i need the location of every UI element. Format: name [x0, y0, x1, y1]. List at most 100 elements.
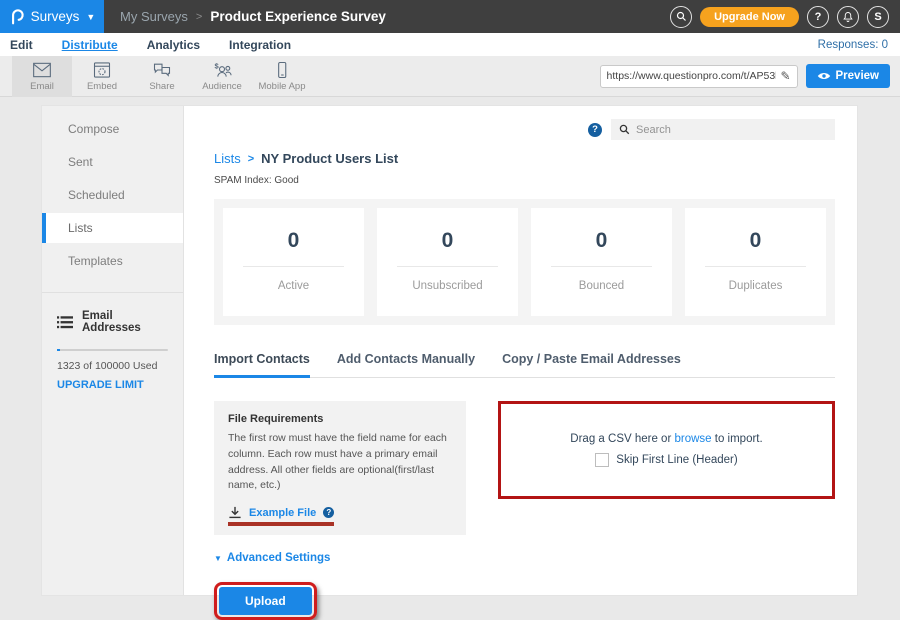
email-addresses-section: Email Addresses 1323 of 100000 Used UPGR… — [42, 292, 183, 393]
skip-first-line-label: Skip First Line (Header) — [616, 454, 737, 466]
skip-first-line-checkbox[interactable] — [595, 453, 609, 467]
topbar-actions: Upgrade Now ? S — [670, 6, 900, 28]
distribute-toolbar: Email Embed Share $ Audience Mobile App … — [0, 56, 900, 97]
list-breadcrumb: Lists > NY Product Users List — [214, 151, 835, 166]
stat-value: 0 — [377, 229, 518, 253]
contact-search-field — [611, 119, 835, 140]
file-requirements-title: File Requirements — [228, 413, 452, 425]
contacts-tabs: Import Contacts Add Contacts Manually Co… — [214, 352, 835, 378]
nav-item-distribute[interactable]: Distribute — [62, 38, 118, 52]
survey-url-input[interactable] — [607, 70, 777, 82]
caret-down-icon: ▼ — [214, 554, 222, 563]
stat-label: Active — [223, 280, 364, 292]
annotation-red-underline — [228, 522, 334, 526]
file-requirements-body: The first row must have the field name f… — [228, 431, 452, 494]
sidebar-item-sent[interactable]: Sent — [42, 147, 183, 177]
tool-email[interactable]: Email — [12, 56, 72, 97]
edit-pencil-icon[interactable]: ✎ — [780, 69, 790, 83]
tool-label: Email — [30, 81, 54, 92]
tab-add-contacts-manually[interactable]: Add Contacts Manually — [337, 352, 475, 378]
search-icon — [619, 124, 630, 135]
help-button[interactable]: ? — [807, 6, 829, 28]
browse-link[interactable]: browse — [674, 433, 711, 445]
tool-embed[interactable]: Embed — [72, 56, 132, 97]
audience-people-icon: $ — [212, 61, 232, 79]
content-frame: Compose Sent Scheduled Lists Templates E… — [41, 105, 858, 596]
dropzone-instruction: Drag a CSV here or browse to import. — [570, 433, 762, 445]
upgrade-now-button[interactable]: Upgrade Now — [700, 7, 799, 27]
annotation-red-box: Upload — [214, 582, 317, 620]
responses-count[interactable]: Responses: 0 — [818, 39, 900, 51]
sidebar-item-scheduled[interactable]: Scheduled — [42, 180, 183, 210]
topbar-breadcrumb: My Surveys > Product Experience Survey — [120, 9, 386, 24]
top-bar: Surveys ▼ My Surveys > Product Experienc… — [0, 0, 900, 33]
sidebar-item-templates[interactable]: Templates — [42, 246, 183, 276]
sidebar-item-lists[interactable]: Lists — [42, 213, 183, 243]
search-icon — [676, 11, 687, 22]
email-sidebar: Compose Sent Scheduled Lists Templates E… — [42, 106, 184, 595]
page-title: Product Experience Survey — [210, 9, 386, 24]
svg-text:$: $ — [215, 61, 220, 70]
stat-divider — [243, 266, 345, 267]
stat-label: Duplicates — [685, 280, 826, 292]
stat-divider — [551, 266, 653, 267]
nav-item-integration[interactable]: Integration — [229, 38, 291, 52]
breadcrumb-separator: > — [196, 11, 202, 23]
sidebar-item-compose[interactable]: Compose — [42, 114, 183, 144]
file-requirements-box: File Requirements The first row must hav… — [214, 401, 466, 535]
surveys-product-menu[interactable]: Surveys ▼ — [0, 0, 104, 33]
upgrade-limit-link[interactable]: UPGRADE LIMIT — [57, 379, 144, 391]
preview-button[interactable]: Preview — [806, 64, 890, 88]
lists-main-panel: ? Lists > NY Product Users List SPAM Ind… — [184, 106, 857, 595]
breadcrumb-my-surveys[interactable]: My Surveys — [120, 9, 188, 24]
example-file-row: Example File ? — [228, 506, 452, 519]
chevron-down-icon: ▼ — [86, 12, 95, 22]
email-addresses-header: Email Addresses — [57, 310, 168, 334]
bell-icon — [842, 11, 854, 23]
notifications-button[interactable] — [837, 6, 859, 28]
stat-divider — [397, 266, 499, 267]
import-columns: File Requirements The first row must hav… — [214, 401, 835, 535]
dropzone-text-after: to import. — [712, 433, 763, 445]
stat-label: Bounced — [531, 280, 672, 292]
tab-copy-paste-emails[interactable]: Copy / Paste Email Addresses — [502, 352, 681, 378]
product-menu-label: Surveys — [31, 9, 80, 24]
survey-nav: Edit Distribute Analytics Integration Re… — [0, 33, 900, 56]
upload-button[interactable]: Upload — [219, 587, 312, 615]
stat-label: Unsubscribed — [377, 280, 518, 292]
contact-stats-strip: 0 Active 0 Unsubscribed 0 Bounced 0 Dupl… — [214, 199, 835, 325]
stat-card-unsubscribed: 0 Unsubscribed — [377, 208, 518, 316]
dropzone-text-before: Drag a CSV here or — [570, 433, 674, 445]
main-top-row: ? — [214, 119, 835, 140]
tool-audience[interactable]: $ Audience — [192, 56, 252, 97]
user-avatar[interactable]: S — [867, 6, 889, 28]
global-search-button[interactable] — [670, 6, 692, 28]
stat-card-duplicates: 0 Duplicates — [685, 208, 826, 316]
search-help-icon[interactable]: ? — [588, 123, 602, 137]
stat-value: 0 — [685, 229, 826, 253]
search-input[interactable] — [636, 124, 827, 136]
preview-label: Preview — [836, 70, 879, 82]
download-icon — [228, 506, 242, 519]
questionpro-logo-icon — [9, 8, 24, 25]
breadcrumb-lists-link[interactable]: Lists — [214, 151, 241, 166]
eye-icon — [817, 71, 831, 81]
mobile-phone-icon — [272, 61, 292, 79]
email-envelope-icon — [32, 61, 52, 79]
tool-label: Mobile App — [258, 81, 305, 92]
usage-progress-fill — [57, 349, 60, 351]
nav-item-edit[interactable]: Edit — [10, 38, 33, 52]
email-addresses-title: Email Addresses — [82, 310, 168, 334]
example-file-help-icon[interactable]: ? — [323, 507, 334, 518]
tool-mobile-app[interactable]: Mobile App — [252, 56, 312, 97]
advanced-settings-toggle[interactable]: ▼ Advanced Settings — [214, 552, 330, 564]
share-bubbles-icon — [152, 61, 172, 79]
nav-item-analytics[interactable]: Analytics — [147, 38, 200, 52]
advanced-settings-label: Advanced Settings — [227, 552, 331, 564]
csv-dropzone[interactable]: Drag a CSV here or browse to import. Ski… — [498, 401, 835, 499]
tool-share[interactable]: Share — [132, 56, 192, 97]
tab-import-contacts[interactable]: Import Contacts — [214, 352, 310, 378]
example-file-link[interactable]: Example File — [249, 507, 316, 519]
stat-card-bounced: 0 Bounced — [531, 208, 672, 316]
usage-progress-bar — [57, 349, 168, 351]
